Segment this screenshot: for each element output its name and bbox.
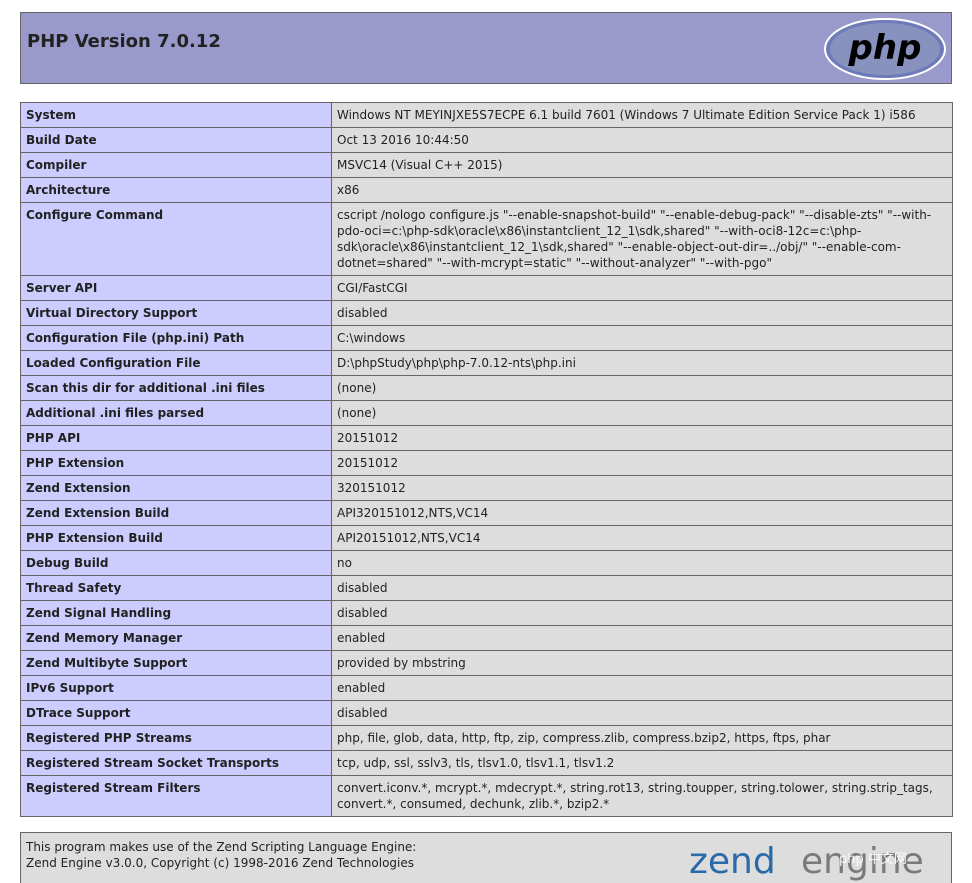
row-label: Debug Build	[20, 550, 332, 576]
row-value: Oct 13 2016 10:44:50	[331, 127, 953, 153]
row-value: enabled	[331, 625, 953, 651]
row-value: API320151012,NTS,VC14	[331, 500, 953, 526]
row-label: Zend Extension Build	[20, 500, 332, 526]
row-value: 320151012	[331, 475, 953, 501]
svg-text:php: php	[848, 28, 922, 68]
row-label: Thread Safety	[20, 575, 332, 601]
row-label: Registered Stream Socket Transports	[20, 750, 332, 776]
table-row: Architecture x86	[20, 177, 953, 203]
row-label: Zend Signal Handling	[20, 600, 332, 626]
table-row: Debug Build no	[20, 550, 953, 576]
row-value: no	[331, 550, 953, 576]
table-row: Registered PHP Streams php, file, glob, d…	[20, 725, 953, 751]
row-value: C:\windows	[331, 325, 953, 351]
row-label: Virtual Directory Support	[20, 300, 332, 326]
row-value: disabled	[331, 600, 953, 626]
row-label: Server API	[20, 275, 332, 301]
watermark: php 中文网	[839, 852, 907, 867]
table-row: Additional .ini files parsed (none)	[20, 400, 953, 426]
table-row: Zend Multibyte Support provided by mbstri…	[20, 650, 953, 676]
zend-copyright: Zend Engine v3.0.0, Copyright (c) 1998-2…	[26, 856, 415, 870]
row-label: Zend Extension	[20, 475, 332, 501]
row-value: CGI/FastCGI	[331, 275, 953, 301]
table-row: Registered Stream Filters convert.iconv.*…	[20, 775, 953, 817]
php-version-header: PHP Version 7.0.12 php	[20, 12, 952, 84]
row-label: System	[20, 102, 332, 128]
table-row: Configuration File (php.ini) Path C:\wind…	[20, 325, 953, 351]
row-label: Configuration File (php.ini) Path	[20, 325, 332, 351]
row-label: Registered Stream Filters	[20, 775, 332, 817]
table-row: Zend Signal Handling disabled	[20, 600, 953, 626]
row-label: Zend Multibyte Support	[20, 650, 332, 676]
table-row: PHP API 20151012	[20, 425, 953, 451]
zend-footer: This program makes use of the Zend Scrip…	[20, 832, 952, 883]
row-label: Scan this dir for additional .ini files	[20, 375, 332, 401]
row-value: enabled	[331, 675, 953, 701]
row-value: tcp, udp, ssl, sslv3, tls, tlsv1.0, tlsv…	[331, 750, 953, 776]
row-label: Additional .ini files parsed	[20, 400, 332, 426]
table-row: PHP Extension Build API20151012,NTS,VC14	[20, 525, 953, 551]
row-label: Loaded Configuration File	[20, 350, 332, 376]
row-label: Architecture	[20, 177, 332, 203]
php-logo[interactable]: php	[823, 17, 947, 81]
row-label: IPv6 Support	[20, 675, 332, 701]
row-label: DTrace Support	[20, 700, 332, 726]
row-value: API20151012,NTS,VC14	[331, 525, 953, 551]
page-title: PHP Version 7.0.12	[27, 31, 221, 52]
table-row: Virtual Directory Support disabled	[20, 300, 953, 326]
table-row: Server API CGI/FastCGI	[20, 275, 953, 301]
table-row: System Windows NT MEYINJXE5S7ECPE 6.1 bui…	[20, 102, 953, 128]
table-row: Zend Extension Build API320151012,NTS,VC1…	[20, 500, 953, 526]
row-value: MSVC14 (Visual C++ 2015)	[331, 152, 953, 178]
row-value: cscript /nologo configure.js "--enable-s…	[331, 202, 953, 276]
row-label: PHP Extension Build	[20, 525, 332, 551]
table-row: Build Date Oct 13 2016 10:44:50	[20, 127, 953, 153]
row-value: x86	[331, 177, 953, 203]
row-value: disabled	[331, 575, 953, 601]
row-value: (none)	[331, 400, 953, 426]
row-label: Configure Command	[20, 202, 332, 276]
table-row: Registered Stream Socket Transports tcp, …	[20, 750, 953, 776]
table-row: IPv6 Support enabled	[20, 675, 953, 701]
table-row: PHP Extension 20151012	[20, 450, 953, 476]
row-label: PHP Extension	[20, 450, 332, 476]
table-row: Zend Extension 320151012	[20, 475, 953, 501]
row-label: Build Date	[20, 127, 332, 153]
row-value: provided by mbstring	[331, 650, 953, 676]
row-value: disabled	[331, 700, 953, 726]
row-value: disabled	[331, 300, 953, 326]
row-label: Compiler	[20, 152, 332, 178]
zend-engine-logo[interactable]: zend engine php 中文网	[689, 837, 949, 883]
table-row: Configure Command cscript /nologo configu…	[20, 202, 953, 276]
zend-engine-note: This program makes use of the Zend Scrip…	[26, 840, 417, 854]
php-info-table: System Windows NT MEYINJXE5S7ECPE 6.1 bui…	[20, 102, 953, 817]
table-row: Thread Safety disabled	[20, 575, 953, 601]
row-value: Windows NT MEYINJXE5S7ECPE 6.1 build 760…	[331, 102, 953, 128]
table-row: Zend Memory Manager enabled	[20, 625, 953, 651]
row-value: D:\phpStudy\php\php-7.0.12-nts\php.ini	[331, 350, 953, 376]
table-row: Compiler MSVC14 (Visual C++ 2015)	[20, 152, 953, 178]
table-row: DTrace Support disabled	[20, 700, 953, 726]
row-value: 20151012	[331, 425, 953, 451]
row-label: Registered PHP Streams	[20, 725, 332, 751]
row-value: 20151012	[331, 450, 953, 476]
row-value: php, file, glob, data, http, ftp, zip, c…	[331, 725, 953, 751]
table-row: Loaded Configuration File D:\phpStudy\php…	[20, 350, 953, 376]
row-value: convert.iconv.*, mcrypt.*, mdecrypt.*, s…	[331, 775, 953, 817]
row-label: Zend Memory Manager	[20, 625, 332, 651]
zend-logo-text: zend	[689, 841, 776, 882]
table-row: Scan this dir for additional .ini files(…	[20, 375, 953, 401]
row-label: PHP API	[20, 425, 332, 451]
row-value: (none)	[331, 375, 953, 401]
